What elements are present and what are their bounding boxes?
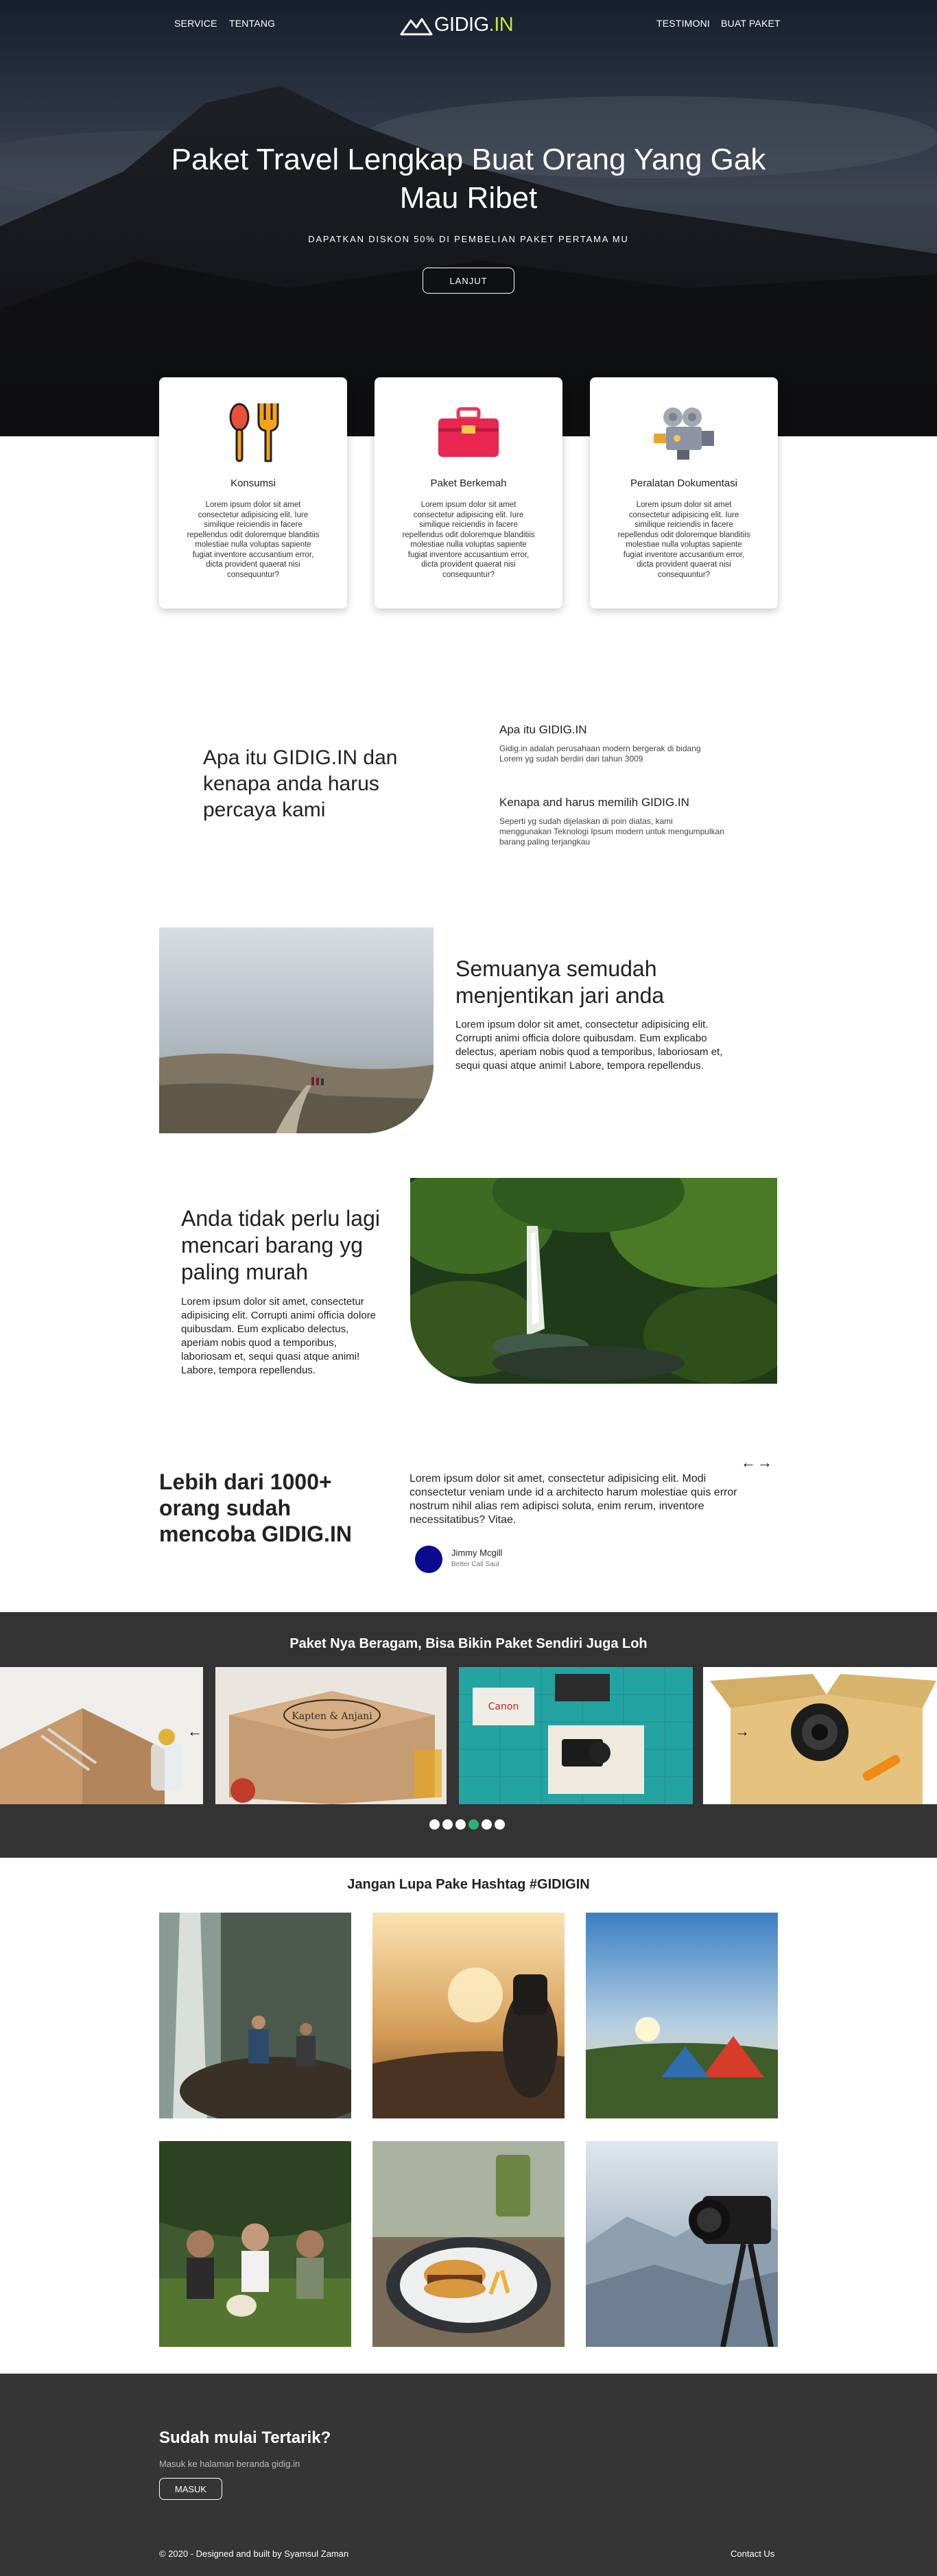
footer: Sudah mulai Tertarik? Masuk ke halaman b… <box>0 2374 937 2576</box>
hero-subtitle: DAPATKAN DISKON 50% DI PEMBELIAN PAKET P… <box>308 234 629 244</box>
video-camera-icon <box>654 407 714 460</box>
why-question-why: Kenapa and harus memilih GIDIG.IN Sepert… <box>499 796 726 847</box>
package-slide-camera-kit[interactable]: Canon <box>459 1667 693 1804</box>
carousel-dot[interactable] <box>482 1819 492 1830</box>
box-label-text: Canon <box>488 1701 519 1712</box>
service-description: Lorem ipsum dolor sit amet consectetur a… <box>187 501 320 579</box>
why-heading: Apa itu GIDIG.IN dan kenapa anda harus p… <box>203 746 398 821</box>
package-slide-food-box[interactable]: Kapten & Anjani <box>215 1667 447 1804</box>
carousel-next-arrow-icon[interactable]: → <box>733 1722 752 1741</box>
nav-service-link[interactable]: SERVICE <box>174 18 217 29</box>
hero-section: SERVICE TENTANG TESTIMONI BUAT PAKET GID… <box>0 0 937 436</box>
carousel-dot[interactable] <box>468 1819 479 1830</box>
box-label-text: Kapten & Anjani <box>292 1711 372 1722</box>
packages-section: Paket Nya Beragam, Bisa Bikin Paket Send… <box>0 1612 937 1858</box>
testimonial-author-name: Jimmy Mcgill <box>451 1548 503 1558</box>
mountain-logo-icon <box>400 18 433 36</box>
hashtag-heading: Jangan Lupa Pake Hashtag #GIDIGIN <box>347 1877 590 1892</box>
service-card-konsumsi: Konsumsi Lorem ipsum dolor sit amet cons… <box>159 377 347 608</box>
feature-cheap-text: Lorem ipsum dolor sit amet, consectetur … <box>181 1296 377 1376</box>
service-description: Lorem ipsum dolor sit amet consectetur a… <box>617 501 750 579</box>
service-title: Peralatan Dokumentasi <box>630 477 737 489</box>
nav-buat-paket-link[interactable]: BUAT PAKET <box>721 18 781 29</box>
feature-cheap-heading: Anda tidak perlu lagi mencari barang yg … <box>181 1206 380 1284</box>
service-description: Lorem ipsum dolor sit amet consectetur a… <box>402 501 535 579</box>
testimonial-quote: Lorem ipsum dolor sit amet, consectetur … <box>410 1473 737 1526</box>
footer-cta-heading: Sudah mulai Tertarik? <box>159 2429 331 2447</box>
carousel-dot[interactable] <box>429 1819 440 1830</box>
spoon-fork-icon <box>229 403 279 462</box>
question-answer: Gidig.in adalah perusahaan modern berger… <box>499 744 701 764</box>
gallery-photo-waterfall-couple[interactable] <box>159 1913 351 2118</box>
nav-tentang-link[interactable]: TENTANG <box>229 18 275 29</box>
footer-cta-text: Masuk ke halaman beranda gidig.in <box>159 2459 300 2469</box>
gallery-photo-camping-tents[interactable] <box>586 1913 778 2118</box>
testimonial-author-role: Better Call Saul <box>451 1561 499 1568</box>
avatar <box>415 1546 442 1573</box>
gallery-photo-burger-meal[interactable] <box>372 2141 565 2347</box>
hero-mountain-background <box>0 0 937 436</box>
service-card-paket-berkemah: Paket Berkemah Lorem ipsum dolor sit ame… <box>375 377 562 608</box>
waterfall-image <box>410 1178 777 1384</box>
feature-easy-heading: Semuanya semudah menjentikan jari anda <box>455 956 665 1008</box>
brand-logo[interactable]: GIDIG.IN <box>400 11 517 38</box>
masuk-button[interactable]: MASUK <box>159 2478 222 2500</box>
package-slide-cutlery[interactable] <box>0 1667 203 1804</box>
contact-us-link[interactable]: Contact Us <box>731 2549 774 2559</box>
carousel-prev-arrow-icon[interactable]: ← <box>185 1722 204 1741</box>
carousel-dot[interactable] <box>495 1819 505 1830</box>
hero-title: Paket Travel Lengkap Buat Orang Yang Gak… <box>171 143 766 215</box>
packages-heading: Paket Nya Beragam, Bisa Bikin Paket Send… <box>289 1636 648 1651</box>
question-answer: Seperti yg sudah dijelaskan di poin diat… <box>499 816 724 847</box>
carousel-dot[interactable] <box>442 1819 453 1830</box>
carousel-pagination <box>429 1819 508 1830</box>
service-card-peralatan-dokumentasi: Peralatan Dokumentasi Lorem ipsum dolor … <box>590 377 778 608</box>
testimonial-prev-arrow-icon[interactable]: ← <box>741 1454 757 1471</box>
logo-text: GIDIG.IN <box>434 14 514 36</box>
toolbox-icon <box>438 407 499 457</box>
gallery-photo-camera-tripod[interactable] <box>586 2141 778 2347</box>
service-title: Paket Berkemah <box>430 477 507 489</box>
feature-easy-text: Lorem ipsum dolor sit amet, consectetur … <box>455 1019 723 1072</box>
nav-testimoni-link[interactable]: TESTIMONI <box>656 18 710 29</box>
lanjut-button[interactable]: LANJUT <box>423 268 514 294</box>
question-title: Apa itu GIDIG.IN <box>499 723 587 736</box>
testimonial-next-arrow-icon[interactable]: → <box>757 1454 774 1471</box>
hiking-mist-image <box>159 927 434 1133</box>
gallery-photo-hiker-sunset[interactable] <box>372 1913 565 2118</box>
testimonial-nav: ←→ <box>741 1454 779 1471</box>
copyright-text: © 2020 - Designed and built by Syamsul Z… <box>159 2549 349 2559</box>
question-title: Kenapa and harus memilih GIDIG.IN <box>499 796 689 809</box>
testimonial-heading: Lebih dari 1000+ orang sudah mencoba GID… <box>159 1469 352 1546</box>
why-question-what: Apa itu GIDIG.IN Gidig.in adalah perusah… <box>499 723 726 764</box>
service-title: Konsumsi <box>230 477 276 489</box>
gallery-photo-picnic-group[interactable] <box>159 2141 351 2347</box>
carousel-dot[interactable] <box>455 1819 466 1830</box>
